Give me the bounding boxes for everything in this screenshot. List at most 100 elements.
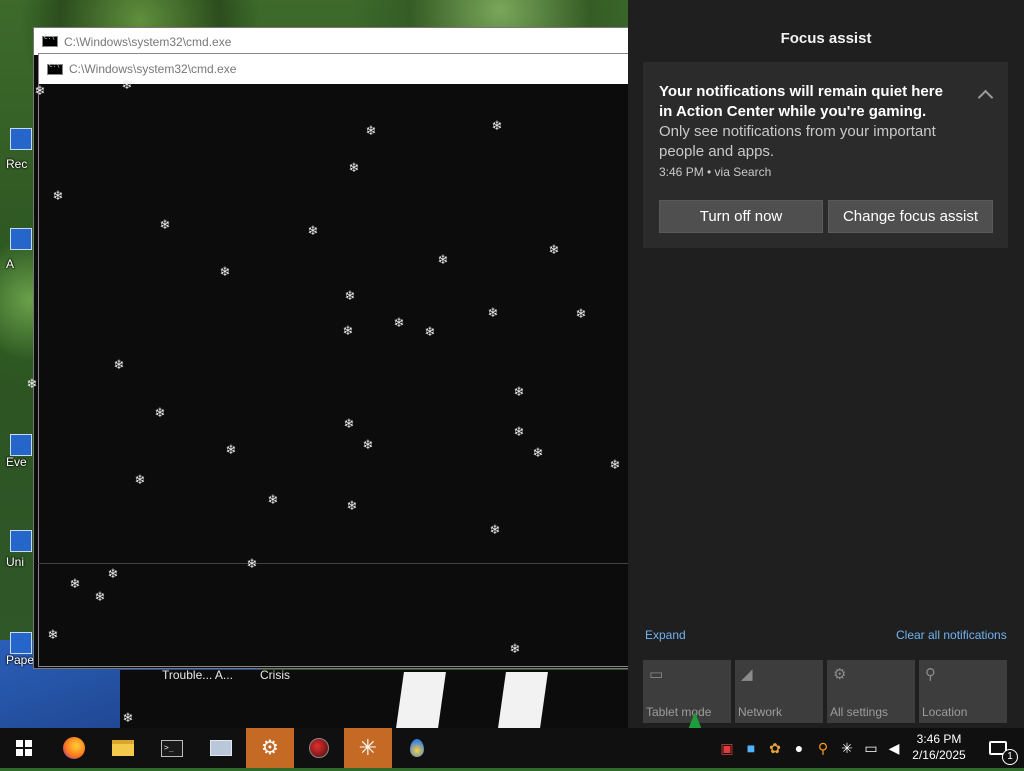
snowflake-icon: ❄ xyxy=(47,628,59,643)
snowflake-icon: ❄ xyxy=(513,385,525,400)
snowflake-icon: ❄ xyxy=(491,119,503,134)
cmd-titlebar[interactable]: C:\Windows\system32\cmd.exe xyxy=(34,28,634,55)
taskbar-settings[interactable]: ⚙ xyxy=(246,728,294,768)
desktop-icon-app[interactable] xyxy=(10,434,32,456)
snowflake-icon: ❄ xyxy=(113,358,125,373)
desktop-icon-app[interactable] xyxy=(10,530,32,552)
desktop-icon-app[interactable] xyxy=(10,228,32,250)
snowflake-icon: ❄ xyxy=(246,557,258,572)
snowflake-icon: ❄ xyxy=(69,577,81,592)
snowflake-icon: ❄ xyxy=(532,446,544,461)
action-center-panel: Focus assist Your notifications will rem… xyxy=(628,0,1024,728)
snowflake-icon: ❄ xyxy=(509,642,521,657)
desktop-icon-label: Trouble... A... xyxy=(162,668,233,682)
notification-center-button[interactable]: 1 xyxy=(978,728,1018,768)
snowflake-icon: ❄ xyxy=(346,499,358,514)
desktop-icon-app[interactable] xyxy=(10,632,32,654)
people-icon[interactable]: ✿ xyxy=(767,740,783,756)
volume-icon[interactable]: ◀ xyxy=(886,740,902,756)
taskbar-antivirus[interactable] xyxy=(295,728,343,768)
cmd-window-title: C:\Windows\system32\cmd.exe xyxy=(69,62,237,76)
snow-tray-icon[interactable]: ✳ xyxy=(839,740,855,756)
action-center-title: Focus assist xyxy=(780,30,872,47)
cmd-window-title: C:\Windows\system32\cmd.exe xyxy=(64,34,232,49)
snowflake-icon: ❄ xyxy=(362,438,374,453)
notification-meta: 3:46 PM • via Search xyxy=(659,165,772,179)
turn-off-now-button[interactable]: Turn off now xyxy=(659,200,823,233)
windows-logo-icon xyxy=(16,740,32,756)
taskbar-clock[interactable]: 3:46 PM 2/16/2025 xyxy=(905,731,973,763)
taskbar-firefox[interactable] xyxy=(50,728,98,768)
cmd-window-front[interactable]: C:\Windows\system32\cmd.exe xyxy=(38,53,630,667)
notification-heading: Your notifications will remain quiet her… xyxy=(659,83,943,120)
security-warning-icon[interactable]: ▣ xyxy=(719,740,735,756)
gear-icon: ⚙ xyxy=(261,737,279,759)
taskbar-this-pc[interactable] xyxy=(197,728,245,768)
quick-action-tablet-mode[interactable]: ▭ Tablet mode xyxy=(643,660,731,723)
start-button[interactable] xyxy=(0,728,48,768)
tablet-mode-icon: ▭ xyxy=(649,666,664,683)
snowflake-icon: ❄ xyxy=(437,253,449,268)
network-tray-icon[interactable]: ▭ xyxy=(863,740,879,756)
snowflake-icon: ❄ xyxy=(424,325,436,340)
snowflake-app-icon: ✳ xyxy=(358,735,378,760)
snowflake-icon: ❄ xyxy=(159,218,171,233)
desktop-icon-label: Crisis xyxy=(260,668,290,682)
taskbar-water-app[interactable] xyxy=(393,728,441,768)
snowflake-icon: ❄ xyxy=(107,567,119,582)
notification-icon: 1 xyxy=(989,741,1018,765)
folder-icon xyxy=(112,740,134,756)
snowflake-icon: ❄ xyxy=(121,78,133,93)
wallpaper-stripe xyxy=(498,672,548,728)
chevron-up-icon[interactable] xyxy=(977,89,994,106)
clock-time: 3:46 PM xyxy=(916,732,962,746)
expand-link[interactable]: Expand xyxy=(645,628,686,642)
network-icon: ◢ xyxy=(741,666,753,683)
quick-action-location[interactable]: ⚲ Location xyxy=(919,660,1007,723)
search-icon[interactable]: ⚲ xyxy=(815,740,831,756)
snowflake-icon: ❄ xyxy=(609,458,621,473)
snowflake-icon: ❄ xyxy=(307,224,319,239)
antivirus-icon xyxy=(309,738,329,758)
snowflake-icon: ❄ xyxy=(344,289,356,304)
quick-action-network[interactable]: ◢ Network xyxy=(735,660,823,723)
blue-square-icon[interactable]: ■ xyxy=(743,740,759,756)
change-focus-assist-button[interactable]: Change focus assist xyxy=(828,200,993,233)
quick-action-label: All settings xyxy=(830,705,889,719)
snowflake-icon: ❄ xyxy=(122,711,134,726)
taskbar-snow-app[interactable]: ✳ xyxy=(344,728,392,768)
focus-assist-notification[interactable]: Your notifications will remain quiet her… xyxy=(643,62,1008,248)
desktop-icon-label: Uni xyxy=(6,555,25,569)
snowflake-icon: ❄ xyxy=(34,84,46,99)
snowflake-icon: ❄ xyxy=(342,324,354,339)
water-tray-icon[interactable]: ● xyxy=(791,740,807,756)
firefox-icon xyxy=(63,737,85,759)
snowflake-icon: ❄ xyxy=(548,243,560,258)
snowflake-icon: ❄ xyxy=(94,590,106,605)
water-drop-icon xyxy=(410,739,424,757)
notification-body: Only see notifications from your importa… xyxy=(659,123,936,160)
snowflake-icon: ❄ xyxy=(26,377,38,392)
taskbar-file-explorer[interactable] xyxy=(99,728,147,768)
computer-icon xyxy=(210,740,232,756)
snowflake-icon: ❄ xyxy=(487,306,499,321)
desktop-icon-recycle-bin[interactable] xyxy=(10,128,32,150)
snowflake-icon: ❄ xyxy=(154,406,166,421)
clear-all-notifications-link[interactable]: Clear all notifications xyxy=(896,628,1007,642)
snowflake-icon: ❄ xyxy=(343,417,355,432)
settings-icon: ⚙ xyxy=(833,666,847,683)
quick-action-label: Location xyxy=(922,705,968,719)
snowflake-icon: ❄ xyxy=(365,124,377,139)
desktop-icon-label: Eve xyxy=(6,455,27,469)
wallpaper-stripe xyxy=(396,672,446,728)
cmd-icon xyxy=(42,34,58,47)
snowflake-icon: ❄ xyxy=(393,316,405,331)
quick-action-label: Network xyxy=(738,705,783,719)
clock-date: 2/16/2025 xyxy=(912,748,966,762)
taskbar-command-prompt[interactable]: >_ xyxy=(148,728,196,768)
snowflake-icon: ❄ xyxy=(489,523,501,538)
desktop-icon-label: A xyxy=(6,257,15,271)
quick-action-all-settings[interactable]: ⚙ All settings xyxy=(827,660,915,723)
cmd-divider xyxy=(38,563,630,564)
snowflake-icon: ❄ xyxy=(267,493,279,508)
